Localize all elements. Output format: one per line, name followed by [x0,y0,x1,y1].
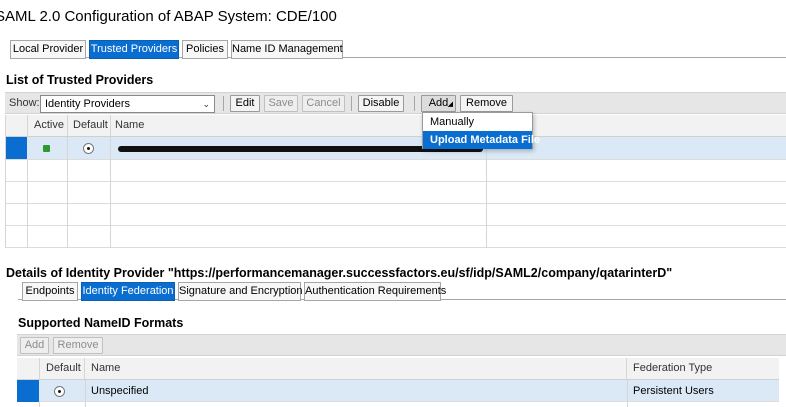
tab-trusted-providers[interactable]: Trusted Providers [89,40,179,59]
trusted-providers-grid-header: Active Default Name [5,115,786,137]
column-header-federation-type[interactable]: Federation Type [627,358,779,379]
remove-button[interactable]: Remove [460,95,513,112]
toolbar-separator [223,96,224,111]
disable-button[interactable]: Disable [358,95,404,112]
toolbar-separator [414,96,415,111]
menu-arrow-icon: ◢ [447,101,453,108]
row-selector[interactable] [5,137,27,159]
column-header-name[interactable]: Name [85,358,627,379]
grid-line [85,380,86,407]
trusted-providers-toolbar: Show: Identity Providers ⌄ Edit Save Can… [5,92,786,114]
tab-endpoints[interactable]: Endpoints [22,282,78,301]
grid-line [110,137,111,248]
table-row[interactable] [5,226,786,248]
show-label: Show: [9,97,40,109]
details-title: Details of Identity Provider "https://pe… [6,266,673,280]
nameid-name-cell: Unspecified [91,385,149,397]
column-header-default[interactable]: Default [40,358,85,379]
grid-line [5,115,6,248]
add-button[interactable]: Add ◢ [421,95,456,112]
row-selector[interactable] [17,380,39,402]
nameid-remove-button[interactable]: Remove [53,337,103,354]
column-header-active[interactable]: Active [28,115,68,136]
nameid-formats-title: Supported NameID Formats [18,316,184,330]
active-status-icon [43,145,50,152]
save-button[interactable]: Save [264,95,298,112]
table-row[interactable] [5,204,786,226]
menu-item-manually[interactable]: Manually [423,113,532,131]
cancel-button[interactable]: Cancel [302,95,345,112]
grid-line [39,402,40,407]
tab-signature-and-encryption[interactable]: Signature and Encryption [178,282,303,301]
show-select[interactable]: Identity Providers ⌄ [40,95,215,113]
trusted-providers-title: List of Trusted Providers [6,73,154,87]
nameid-toolbar: Add Remove [17,334,786,356]
show-select-value: Identity Providers [45,98,130,110]
federation-type-cell: Persistent Users [633,385,714,397]
default-radio[interactable] [54,386,65,397]
edit-button[interactable]: Edit [230,95,260,112]
grid-line [27,160,28,248]
toolbar-separator [351,96,352,111]
row-selector-header [17,358,40,379]
chevron-down-icon: ⌄ [202,99,210,109]
nameid-grid-header: Default Name Federation Type [17,358,779,380]
row-selector-header [5,115,28,136]
default-radio[interactable] [83,143,94,154]
tab-local-provider[interactable]: Local Provider [10,40,86,59]
grid-line [627,380,628,407]
table-row[interactable] [5,160,786,182]
menu-item-upload-metadata-file[interactable]: Upload Metadata File [423,131,540,149]
tab-policies[interactable]: Policies [182,40,228,59]
tab-authentication-requirements[interactable]: Authentication Requirements [304,282,446,301]
tab-identity-federation[interactable]: Identity Federation [81,282,175,301]
grid-line [486,137,487,248]
nameid-add-button[interactable]: Add [20,337,49,354]
page-title: SAML 2.0 Configuration of ABAP System: C… [0,8,337,25]
table-row[interactable] [5,182,786,204]
tab-name-id-management[interactable]: Name ID Management [231,40,343,59]
add-dropdown-menu: Manually Upload Metadata File [422,112,540,149]
grid-line [67,137,68,248]
table-row[interactable]: Unspecified Persistent Users [17,380,779,402]
table-row[interactable] [5,137,786,160]
column-header-default[interactable]: Default [68,115,111,136]
add-button-label: Add [428,97,449,109]
